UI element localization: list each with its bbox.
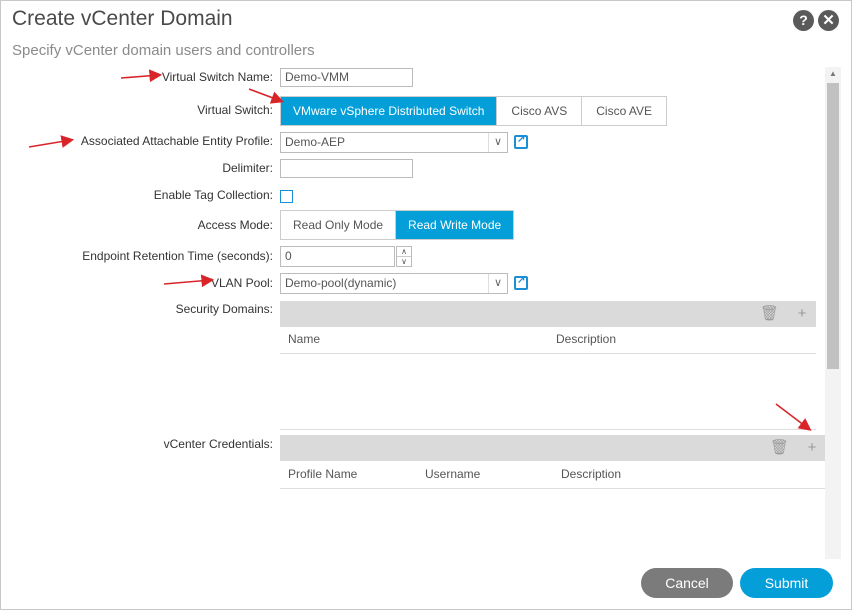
annotation-arrow-add-credential xyxy=(775,403,812,431)
annotation-arrow-vlan-pool xyxy=(163,274,215,288)
annotation-arrow-aaep xyxy=(28,135,75,148)
create-vcenter-domain-dialog: Create vCenter Domain Specify vCenter do… xyxy=(0,0,852,610)
annotation-arrows xyxy=(28,69,812,431)
annotation-arrow-virtual-switch-name xyxy=(120,69,163,83)
annotation-arrow-virtual-switch xyxy=(248,88,284,104)
